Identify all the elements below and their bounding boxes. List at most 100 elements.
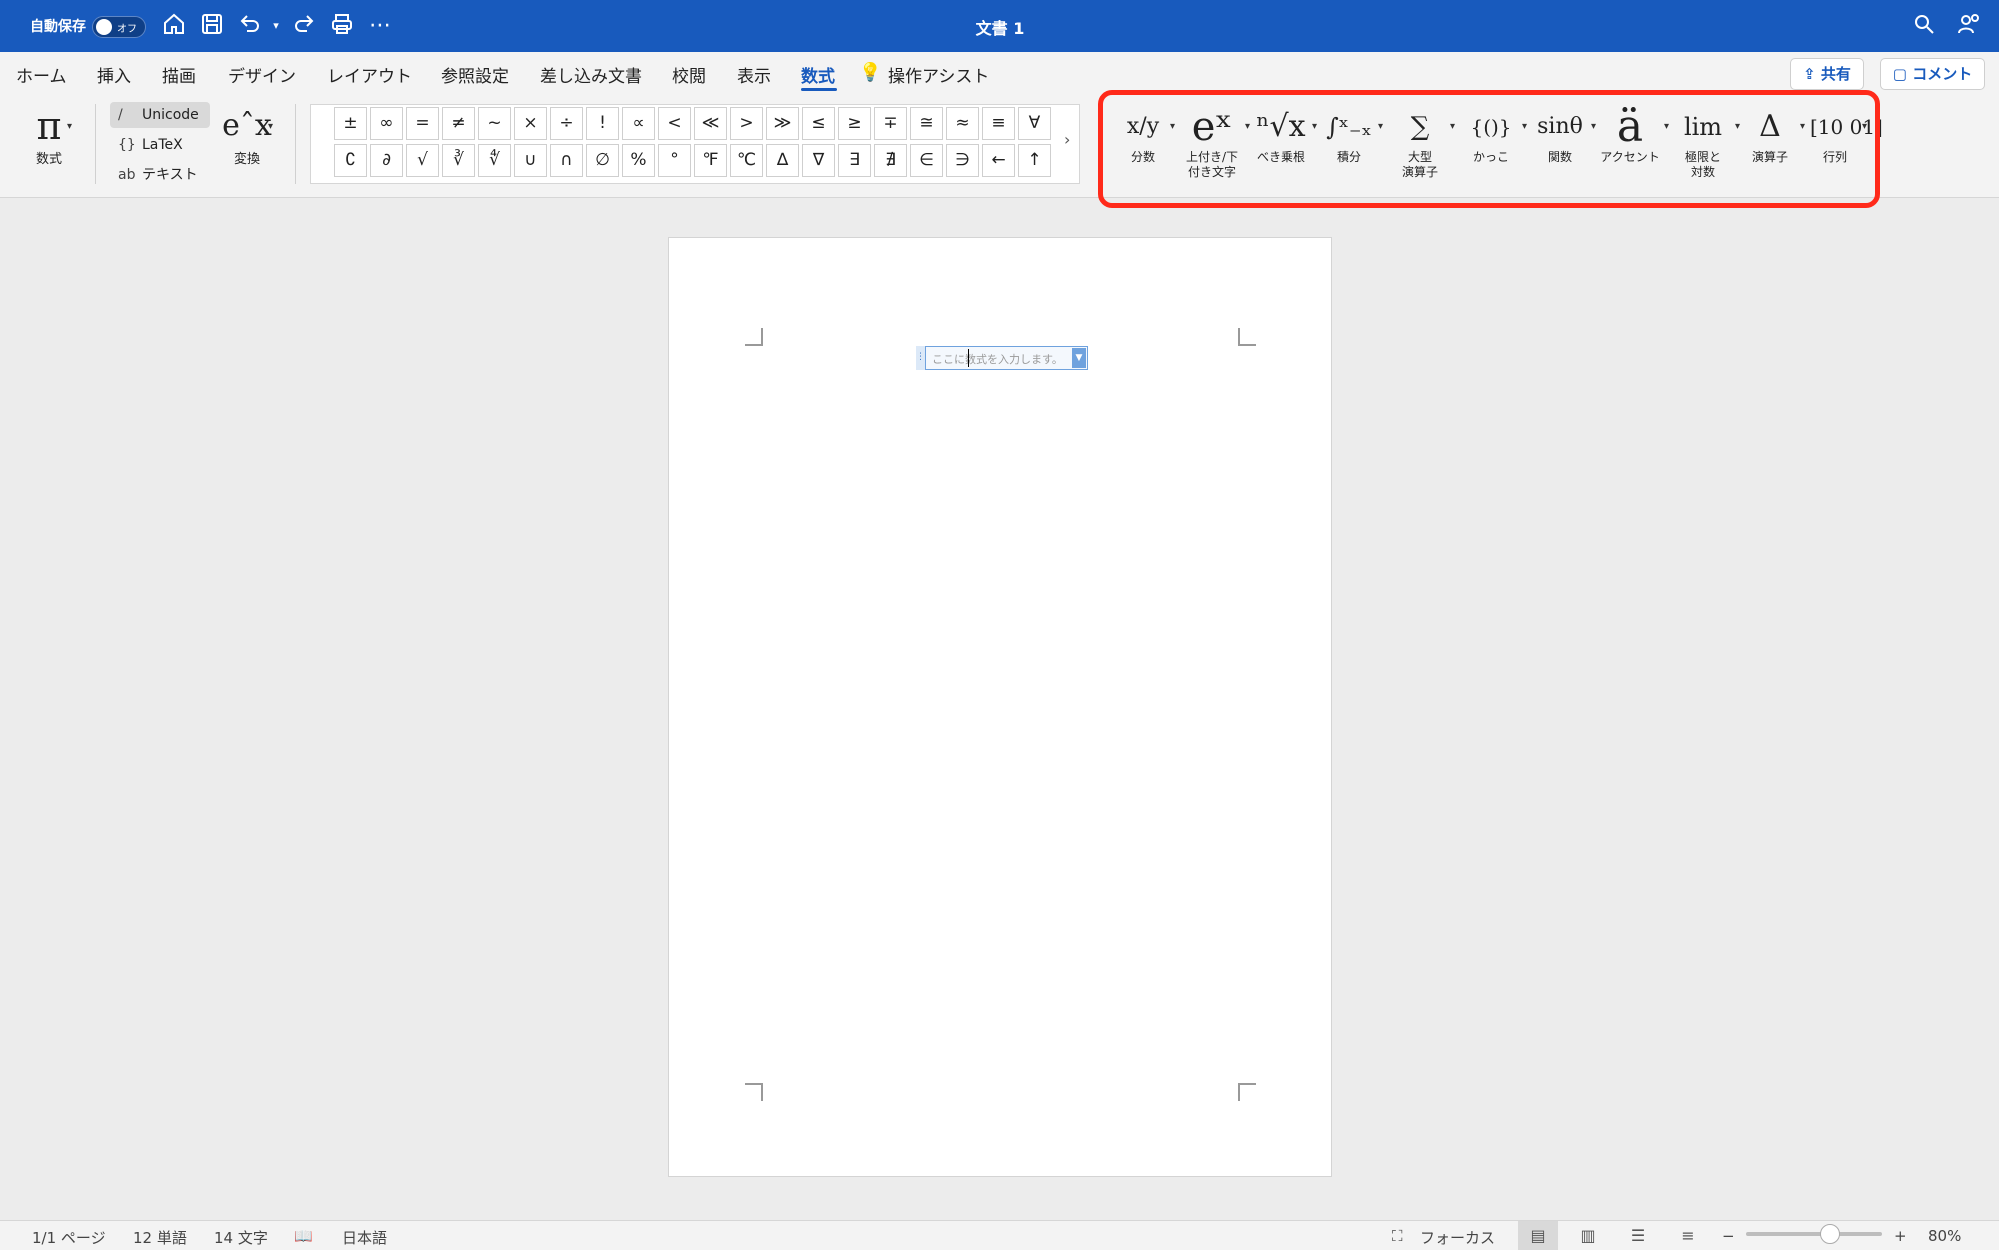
undo-icon[interactable] <box>236 12 264 40</box>
char-count[interactable]: 14 文字 <box>214 1227 268 1248</box>
symbol-button[interactable]: ~ <box>478 107 511 140</box>
zoom-out-button[interactable]: − <box>1722 1227 1735 1245</box>
tab-mailings[interactable]: 差し込み文書 <box>540 62 642 87</box>
mode-text-label: テキスト <box>142 167 198 183</box>
symbol-button[interactable]: % <box>622 144 655 177</box>
symbol-button[interactable]: ∞ <box>370 107 403 140</box>
more-commands-icon[interactable]: ⋯ <box>366 12 394 40</box>
account-icon[interactable] <box>1955 12 1983 40</box>
symbol-button[interactable]: ∀ <box>1018 107 1051 140</box>
symbol-button[interactable]: ∃ <box>838 144 871 177</box>
symbol-button[interactable]: ÷ <box>550 107 583 140</box>
equation-options-icon[interactable]: ▼ <box>1072 348 1086 368</box>
symbol-button[interactable]: √ <box>406 144 439 177</box>
tab-review[interactable]: 校閲 <box>672 62 706 87</box>
symbol-button[interactable]: ≅ <box>910 107 943 140</box>
convert-button[interactable]: eˆx 変換 <box>212 104 282 167</box>
tab-equation[interactable]: 数式 <box>801 62 835 87</box>
redo-icon[interactable] <box>290 12 318 40</box>
equation-handle-icon[interactable]: ⋮ <box>916 346 926 370</box>
tab-references[interactable]: 参照設定 <box>441 62 509 87</box>
symbol-button[interactable]: < <box>658 107 691 140</box>
search-icon[interactable] <box>1910 12 1938 40</box>
crop-mark <box>1238 1083 1256 1101</box>
undo-dropdown-icon[interactable]: ▾ <box>262 12 290 40</box>
symbol-button[interactable]: ! <box>586 107 619 140</box>
mode-latex[interactable]: {} LaTeX <box>110 132 210 158</box>
symbol-button[interactable]: ≈ <box>946 107 979 140</box>
symbol-button[interactable]: ≫ <box>766 107 799 140</box>
crop-mark <box>745 328 763 346</box>
symbol-button[interactable]: × <box>514 107 547 140</box>
equation-label: 数式 <box>35 152 62 167</box>
save-icon[interactable] <box>198 12 226 40</box>
page-count[interactable]: 1/1 ページ <box>32 1227 106 1248</box>
symbol-button[interactable]: ∩ <box>550 144 583 177</box>
symbol-button[interactable]: ∆ <box>766 144 799 177</box>
zoom-level[interactable]: 80% <box>1928 1227 1961 1245</box>
autosave-label: 自動保存 <box>30 19 86 35</box>
symbol-button[interactable]: ≠ <box>442 107 475 140</box>
mode-unicode[interactable]: / Unicode <box>110 102 210 128</box>
tab-draw[interactable]: 描画 <box>162 62 196 87</box>
symbol-button[interactable]: ℉ <box>694 144 727 177</box>
symbol-button[interactable]: ∓ <box>874 107 907 140</box>
insert-equation-button[interactable]: π 数式 <box>14 104 84 167</box>
symbol-button[interactable]: ≥ <box>838 107 871 140</box>
symbol-button[interactable]: ∁ <box>334 144 367 177</box>
tab-design[interactable]: デザイン <box>228 62 296 87</box>
symbol-button[interactable]: ∂ <box>370 144 403 177</box>
braces-icon: {} <box>118 137 136 153</box>
symbol-button[interactable]: ∇ <box>802 144 835 177</box>
language[interactable]: 日本語 <box>342 1227 387 1248</box>
focus-mode-button[interactable]: フォーカス <box>1420 1227 1495 1248</box>
title-bar: 自動保存 オフ ▾ ⋯ 文書 1 <box>0 0 1999 52</box>
comment-button[interactable]: ▢ コメント <box>1880 58 1985 90</box>
symbol-button[interactable]: ≡ <box>982 107 1015 140</box>
web-layout-view-icon[interactable]: ▥ <box>1568 1221 1608 1250</box>
symbol-button[interactable]: ∜ <box>478 144 511 177</box>
share-button[interactable]: ⇪ 共有 <box>1790 58 1864 90</box>
print-icon[interactable] <box>328 12 356 40</box>
symbol-button[interactable]: = <box>406 107 439 140</box>
outline-view-icon[interactable]: ☰ <box>1618 1221 1658 1250</box>
symbol-button[interactable]: ℃ <box>730 144 763 177</box>
tab-insert[interactable]: 挿入 <box>97 62 131 87</box>
symbol-button[interactable]: ≤ <box>802 107 835 140</box>
tab-tell-me[interactable]: 操作アシスト <box>888 62 989 87</box>
lightbulb-icon: 💡 <box>859 62 882 83</box>
equation-dropdown-icon[interactable]: ▾ <box>67 121 72 132</box>
print-layout-view-icon[interactable]: ▤ <box>1518 1221 1558 1250</box>
mode-unicode-label: Unicode <box>142 107 199 123</box>
symbol-button[interactable]: ∄ <box>874 144 907 177</box>
symbol-button[interactable]: ∝ <box>622 107 655 140</box>
symbol-button[interactable]: ∈ <box>910 144 943 177</box>
zoom-slider-track[interactable] <box>1746 1232 1882 1236</box>
symbol-button[interactable]: ∅ <box>586 144 619 177</box>
more-symbols-icon[interactable]: › <box>1064 130 1070 149</box>
autosave-state: オフ <box>117 24 137 35</box>
symbol-button[interactable]: ° <box>658 144 691 177</box>
symbol-button[interactable]: > <box>730 107 763 140</box>
zoom-in-button[interactable]: + <box>1894 1227 1907 1245</box>
home-icon[interactable] <box>160 12 188 40</box>
draft-view-icon[interactable]: ≡ <box>1668 1221 1708 1250</box>
symbol-button[interactable]: ± <box>334 107 367 140</box>
symbol-button[interactable]: ← <box>982 144 1015 177</box>
symbol-button[interactable]: ≪ <box>694 107 727 140</box>
word-count[interactable]: 12 単語 <box>133 1227 187 1248</box>
symbol-button[interactable]: ∛ <box>442 144 475 177</box>
autosave-toggle[interactable]: オフ <box>92 16 146 38</box>
symbol-button[interactable]: ↑ <box>1018 144 1051 177</box>
symbol-button[interactable]: ∪ <box>514 144 547 177</box>
mode-text[interactable]: ab テキスト <box>110 162 210 188</box>
convert-dropdown-icon[interactable]: ▾ <box>268 121 273 132</box>
tab-view[interactable]: 表示 <box>737 62 771 87</box>
text-cursor <box>968 349 969 367</box>
tab-layout[interactable]: レイアウト <box>327 62 412 87</box>
document-page[interactable] <box>668 237 1332 1177</box>
tab-home[interactable]: ホーム <box>16 62 67 87</box>
proofing-icon[interactable]: 📖 <box>294 1227 313 1245</box>
toggle-knob <box>96 19 112 35</box>
symbol-button[interactable]: ∋ <box>946 144 979 177</box>
